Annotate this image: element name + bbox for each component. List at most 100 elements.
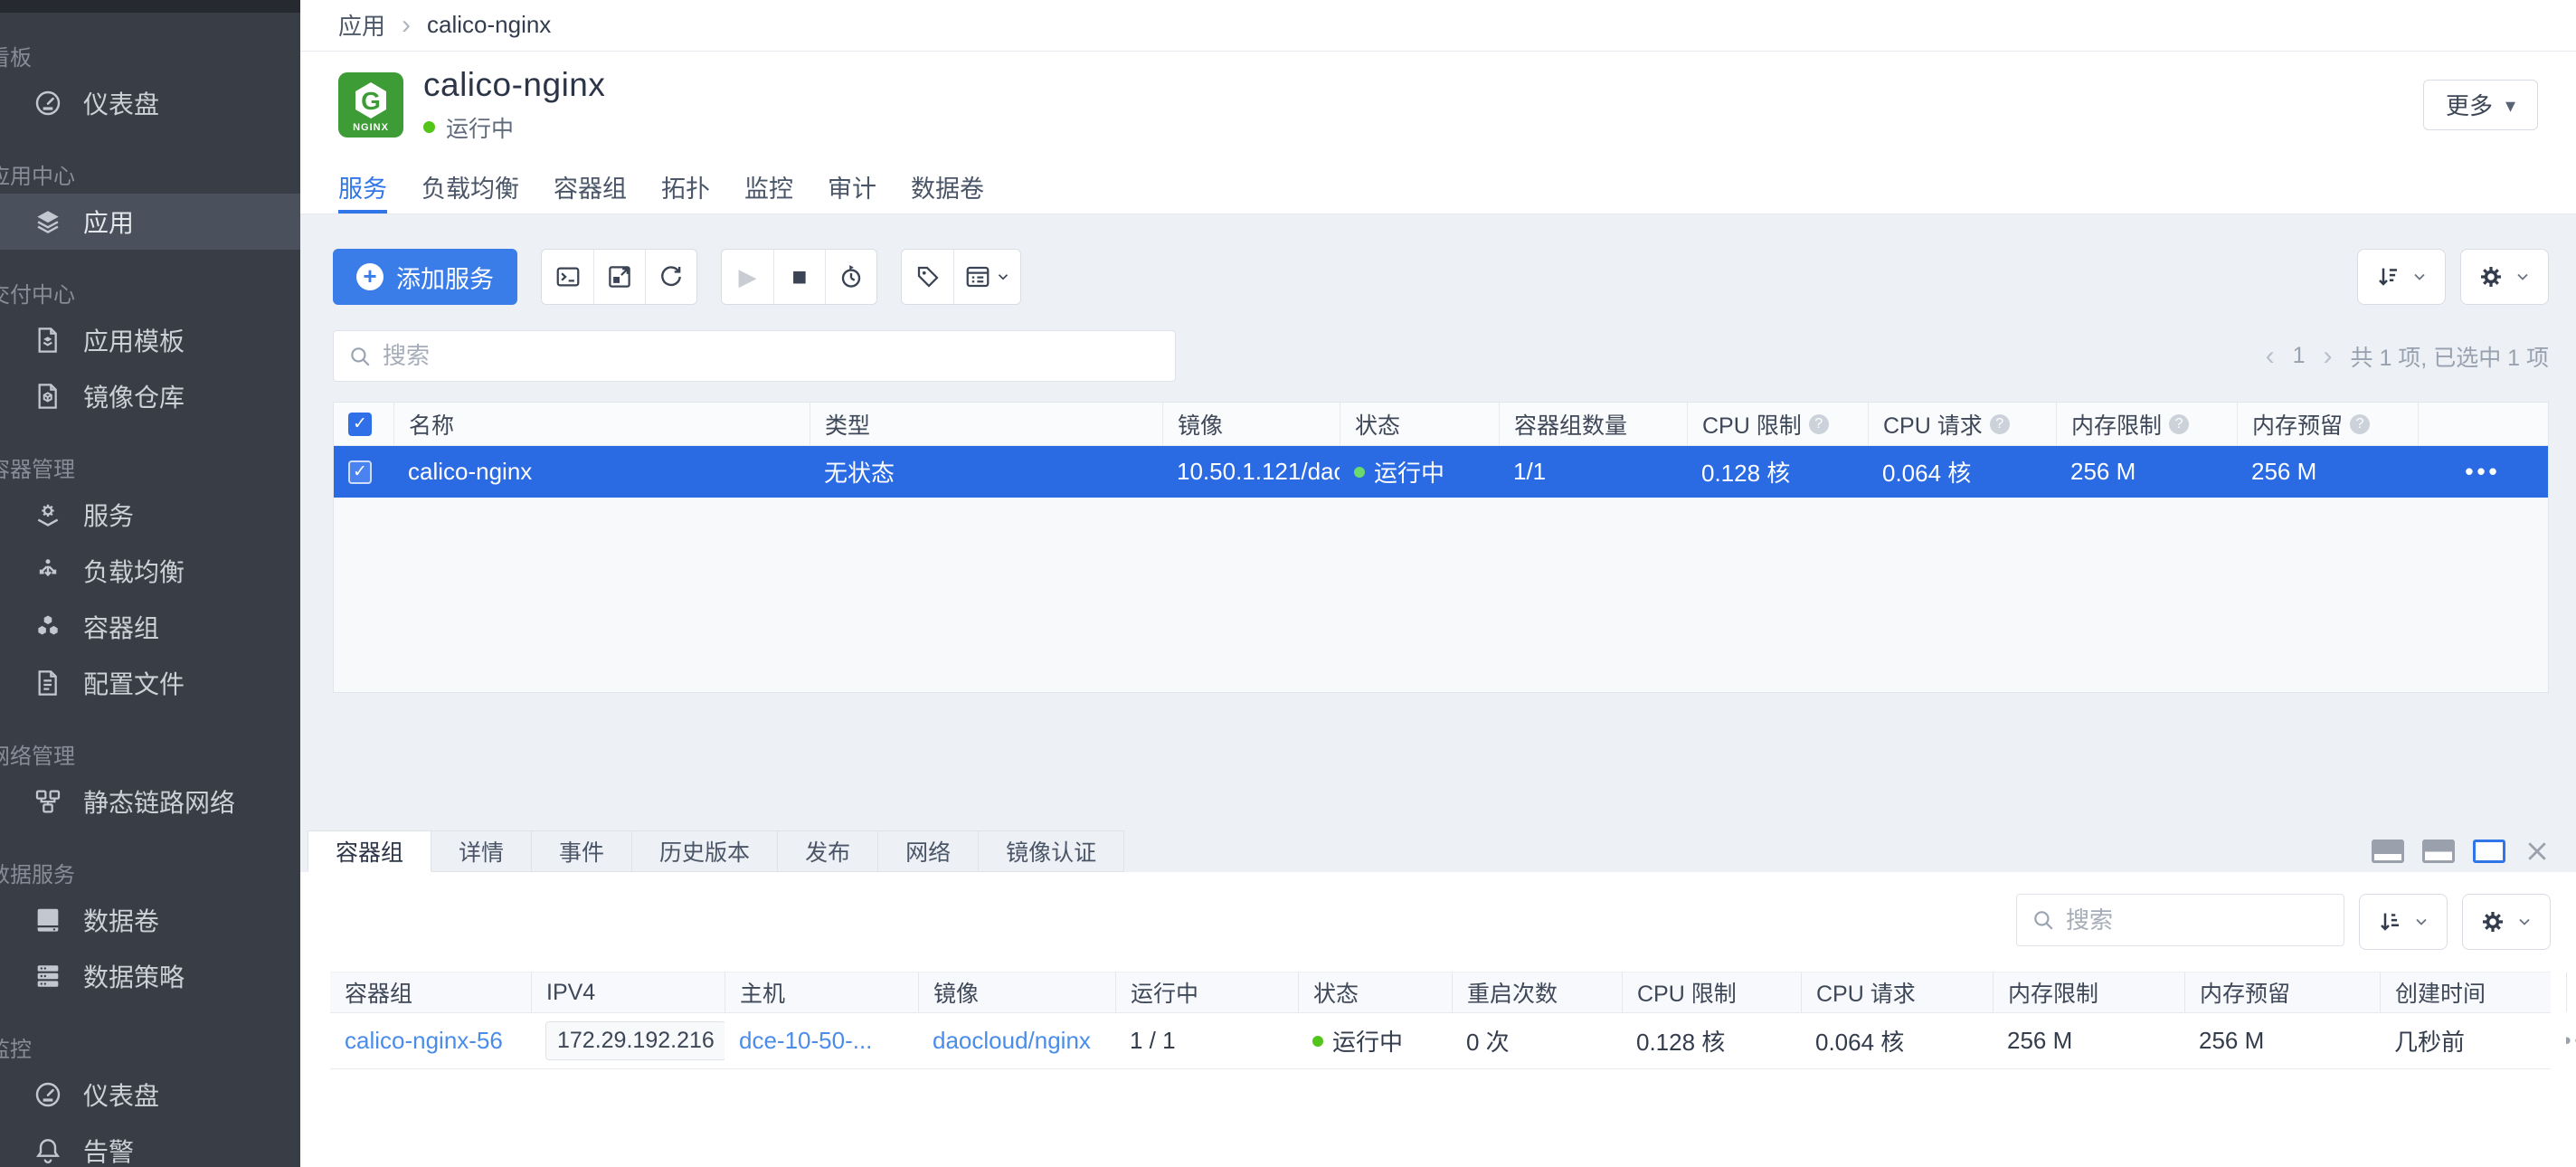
sidebar-section-network-mgmt: 网络管理 静态链路网络 bbox=[0, 738, 300, 830]
maximize-panel-icon[interactable] bbox=[2473, 840, 2505, 863]
pod-row[interactable]: calico-nginx-56 172.29.192.216 dce-10-50… bbox=[330, 1013, 2551, 1069]
col-mem-limit: 内存限制 bbox=[1993, 972, 2184, 1012]
prev-page-icon[interactable] bbox=[2266, 343, 2275, 370]
tab-volumes[interactable]: 数据卷 bbox=[911, 160, 984, 213]
chevron-down-icon bbox=[995, 269, 1011, 285]
pods-settings-button[interactable] bbox=[2462, 894, 2551, 950]
search-row: 1 共 1 项, 已选中 1 项 bbox=[333, 330, 2549, 382]
sidebar-item-config-files[interactable]: 配置文件 bbox=[0, 655, 300, 711]
start-button[interactable] bbox=[722, 250, 773, 304]
pods-sort-button[interactable] bbox=[2359, 894, 2448, 950]
service-cpu-request: 0.064 核 bbox=[1868, 455, 2056, 489]
image-link[interactable]: daocloud/nginx bbox=[933, 1027, 1091, 1055]
service-gear-icon bbox=[33, 499, 63, 530]
sidebar-item-load-balancer[interactable]: 负载均衡 bbox=[0, 543, 300, 599]
refresh-button[interactable] bbox=[645, 250, 696, 304]
services-table: 名称 类型 镜像 状态 容器组数量 CPU 限制 CPU 请求 内存限制 bbox=[333, 402, 2549, 693]
settings-button[interactable] bbox=[2460, 249, 2549, 305]
help-icon[interactable] bbox=[1809, 414, 1829, 434]
list-icon bbox=[964, 263, 991, 290]
row-actions-icon[interactable] bbox=[2465, 458, 2500, 486]
service-name[interactable]: calico-nginx bbox=[393, 458, 810, 486]
tag-icon bbox=[914, 263, 942, 290]
sidebar-item-label: 配置文件 bbox=[83, 665, 185, 701]
sidebar-item-volumes[interactable]: 数据卷 bbox=[0, 892, 300, 948]
row-actions-icon[interactable] bbox=[2566, 1027, 2576, 1055]
row-checkbox[interactable] bbox=[348, 460, 372, 484]
ipv4-pill[interactable]: 172.29.192.216 bbox=[545, 1021, 724, 1060]
list-config-button[interactable] bbox=[953, 250, 1020, 304]
col-type: 类型 bbox=[810, 403, 1162, 445]
sidebar-item-pods[interactable]: 容器组 bbox=[0, 599, 300, 655]
sidebar-item-label: 容器组 bbox=[83, 609, 159, 645]
col-running: 运行中 bbox=[1115, 972, 1298, 1012]
help-icon[interactable] bbox=[2350, 414, 2370, 434]
panel-tab-history[interactable]: 历史版本 bbox=[632, 830, 778, 872]
redeploy-button[interactable] bbox=[825, 250, 876, 304]
close-panel-icon[interactable] bbox=[2524, 838, 2551, 865]
col-cpu-request: CPU 请求 bbox=[1801, 972, 1993, 1012]
host-link[interactable]: dce-10-50-... bbox=[739, 1027, 872, 1055]
sidebar-item-services[interactable]: 服务 bbox=[0, 487, 300, 543]
scale-button[interactable] bbox=[593, 250, 645, 304]
sidebar-item-dashboard[interactable]: 仪表盘 bbox=[0, 75, 300, 131]
sidebar-item-data-policies[interactable]: 数据策略 bbox=[0, 948, 300, 1004]
services-search-input[interactable] bbox=[383, 342, 1160, 370]
static-network-icon bbox=[33, 786, 63, 817]
panel-tab-release[interactable]: 发布 bbox=[778, 830, 878, 872]
sidebar-item-static-network[interactable]: 静态链路网络 bbox=[0, 773, 300, 830]
chevron-down-icon bbox=[2515, 913, 2533, 931]
tab-load-balancer[interactable]: 负载均衡 bbox=[421, 160, 519, 213]
layers-icon bbox=[33, 206, 63, 237]
pods-table: 容器组 IPV4 主机 镜像 运行中 状态 重启次数 CPU 限制 CPU 请求… bbox=[330, 972, 2551, 1069]
row-select-cell bbox=[334, 460, 393, 484]
panel-controls bbox=[2372, 830, 2551, 872]
pod-running: 1 / 1 bbox=[1115, 1027, 1298, 1055]
breadcrumb-parent-link[interactable]: 应用 bbox=[338, 8, 385, 42]
tab-pods[interactable]: 容器组 bbox=[554, 160, 627, 213]
pods-search-row bbox=[330, 894, 2551, 950]
sidebar-item-app-templates[interactable]: 应用模板 bbox=[0, 312, 300, 368]
split-panel-icon[interactable] bbox=[2422, 840, 2455, 863]
more-button[interactable]: 更多 bbox=[2423, 80, 2538, 130]
tag-button[interactable] bbox=[902, 250, 953, 304]
panel-tab-image-auth[interactable]: 镜像认证 bbox=[979, 830, 1124, 872]
stop-button[interactable] bbox=[773, 250, 825, 304]
panel-tab-events[interactable]: 事件 bbox=[532, 830, 632, 872]
select-all-checkbox[interactable] bbox=[348, 413, 372, 436]
service-row-calico-nginx[interactable]: calico-nginx 无状态 10.50.1.121/daoc 运行中 1/… bbox=[334, 446, 2548, 498]
terminal-button[interactable] bbox=[542, 250, 593, 304]
sidebar-item-label: 负载均衡 bbox=[83, 553, 185, 589]
sidebar-item-monitor-dashboard[interactable]: 仪表盘 bbox=[0, 1067, 300, 1123]
caret-down-icon bbox=[2505, 90, 2515, 119]
pod-name-link[interactable]: calico-nginx-56 bbox=[345, 1027, 503, 1055]
status-dot-icon bbox=[1312, 1036, 1323, 1047]
help-icon[interactable] bbox=[2169, 414, 2189, 434]
sort-button[interactable] bbox=[2357, 249, 2446, 305]
sidebar-item-image-registry[interactable]: 镜像仓库 bbox=[0, 368, 300, 424]
col-image: 镜像 bbox=[1162, 403, 1340, 445]
next-page-icon[interactable] bbox=[2324, 343, 2333, 370]
sidebar-item-applications[interactable]: 应用 bbox=[0, 194, 300, 250]
logo-text: NGINX bbox=[353, 122, 389, 133]
sidebar-item-alerts[interactable]: 告警 bbox=[0, 1123, 300, 1167]
pods-search-input[interactable] bbox=[2066, 906, 2369, 935]
add-service-button[interactable]: 添加服务 bbox=[333, 249, 517, 305]
tab-monitoring[interactable]: 监控 bbox=[744, 160, 793, 213]
doc-cube-icon bbox=[33, 381, 63, 412]
sidebar-item-label: 仪表盘 bbox=[83, 1077, 159, 1113]
minimize-panel-icon[interactable] bbox=[2372, 840, 2404, 863]
load-balancer-icon bbox=[33, 555, 63, 586]
panel-tab-pods[interactable]: 容器组 bbox=[308, 830, 431, 872]
tab-audit[interactable]: 审计 bbox=[828, 160, 876, 213]
detail-panel: 容器组 详情 事件 历史版本 发布 网络 镜像认证 bbox=[300, 830, 2576, 1167]
col-restarts: 重启次数 bbox=[1452, 972, 1622, 1012]
panel-tab-network[interactable]: 网络 bbox=[878, 830, 979, 872]
logo-letter: G bbox=[361, 87, 381, 115]
tab-services[interactable]: 服务 bbox=[338, 160, 387, 213]
panel-tab-details[interactable]: 详情 bbox=[431, 830, 532, 872]
help-icon[interactable] bbox=[1990, 414, 2010, 434]
title-block: calico-nginx 运行中 bbox=[423, 66, 605, 144]
label-button-group bbox=[901, 249, 1021, 305]
tab-topology[interactable]: 拓扑 bbox=[661, 160, 710, 213]
